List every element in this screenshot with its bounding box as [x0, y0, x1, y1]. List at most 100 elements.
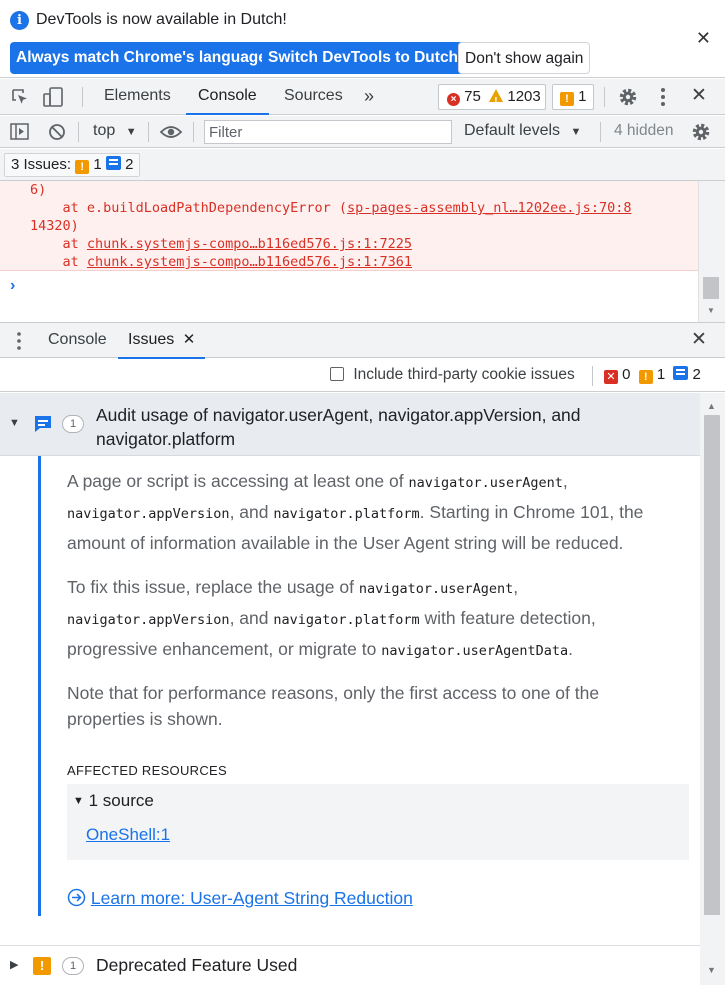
dropdown-arrow-icon: ▼	[570, 126, 582, 138]
third-party-cookie-checkbox[interactable]	[330, 367, 344, 381]
code-snippet: navigator.appVersion	[67, 612, 230, 628]
code-snippet: navigator.appVersion	[67, 506, 230, 522]
issue-info-count: 2	[692, 366, 701, 383]
drawer-menu-icon[interactable]	[15, 331, 23, 351]
description-text: , and	[229, 502, 274, 522]
toolbar-divider	[592, 366, 593, 386]
tab-console[interactable]: Console	[186, 79, 269, 115]
drawer-tab-console[interactable]: Console	[48, 323, 107, 359]
issues-info-count: 2	[125, 156, 134, 173]
third-party-cookie-label: Include third-party cookie issues	[353, 366, 575, 383]
issues-summary-button[interactable]: 3 Issues: ! 1 2	[4, 153, 141, 177]
drawer-tab-issues-label: Issues	[128, 331, 175, 348]
scroll-down-arrow-icon[interactable]: ▼	[707, 306, 715, 315]
inspect-element-icon[interactable]	[10, 87, 30, 107]
more-tabs-button[interactable]: »	[364, 79, 374, 115]
warning-icon	[489, 89, 504, 114]
console-toolbar: top ▼ Default levels ▼ 4 hidden	[0, 116, 725, 148]
external-link-arrow-icon	[67, 888, 86, 907]
main-tab-bar: Elements Console Sources » × 75 1203 ! 1…	[0, 79, 725, 115]
description-text: amount of information available in the U…	[67, 533, 624, 553]
issue-header-user-agent[interactable]: ▼ 1 Audit usage of navigator.userAgent, …	[0, 393, 700, 456]
issue-occurrence-count: 1	[62, 415, 84, 433]
collapse-arrow-icon[interactable]: ▼	[9, 417, 20, 429]
infobar-close-icon[interactable]: ✕	[696, 28, 711, 49]
settings-gear-icon[interactable]	[617, 86, 639, 108]
issue-info-icon	[105, 156, 121, 170]
dropdown-arrow-icon: ▼	[125, 126, 137, 138]
issue-title-line: Audit usage of navigator.userAgent, navi…	[96, 405, 581, 425]
stack-source-link[interactable]: sp-pages-assembly_nl…1202ee.js:70:8	[347, 200, 631, 216]
switch-to-dutch-button[interactable]: Switch DevTools to Dutch	[262, 42, 465, 74]
scroll-up-arrow-icon[interactable]: ▲	[707, 401, 716, 411]
source-link-oneshell[interactable]: OneShell:1	[86, 825, 170, 845]
stack-text: at	[30, 236, 87, 252]
dont-show-again-button[interactable]: Don't show again	[458, 42, 591, 74]
console-scrollbar[interactable]: ▼	[698, 181, 725, 322]
console-counters[interactable]: × 75 1203	[438, 84, 546, 114]
description-text: properties is shown.	[67, 709, 223, 729]
close-tab-icon[interactable]: ✕	[183, 331, 196, 348]
issues-count: 1	[578, 88, 587, 105]
hidden-messages-count: 4 hidden	[614, 122, 674, 139]
expand-arrow-icon[interactable]: ▶	[10, 958, 18, 971]
console-settings-gear-icon[interactable]	[690, 121, 712, 143]
issues-scroll-thumb[interactable]	[704, 415, 720, 915]
live-expression-eye-icon[interactable]	[159, 124, 183, 140]
toolbar-divider	[193, 122, 194, 142]
issue-header-deprecated-feature[interactable]: ▶ ! 1 Deprecated Feature Used	[0, 945, 700, 985]
issue-error-icon: ✕	[604, 370, 618, 384]
sidebar-toggle-icon[interactable]	[9, 122, 31, 142]
drawer-tab-issues[interactable]: Issues ✕	[118, 323, 206, 359]
info-icon: i	[10, 11, 29, 30]
close-devtools-icon[interactable]: ✕	[691, 84, 707, 107]
code-snippet: navigator.userAgent	[358, 581, 514, 597]
language-infobar: i DevTools is now available in Dutch! ✕ …	[0, 0, 725, 78]
issue-warning-icon: !	[75, 160, 90, 174]
stack-source-link[interactable]: chunk.systemjs-compo…b116ed576.js:1:7225	[87, 236, 412, 252]
filter-input[interactable]	[204, 120, 452, 144]
tab-elements[interactable]: Elements	[104, 79, 171, 115]
issues-scrollbar[interactable]: ▲ ▼	[700, 393, 725, 985]
context-selector[interactable]: top ▼	[93, 122, 137, 140]
learn-more-link[interactable]: Learn more: User-Agent String Reduction	[67, 888, 413, 909]
close-drawer-icon[interactable]: ✕	[691, 328, 707, 351]
toolbar-divider	[148, 122, 149, 142]
code-snippet: navigator.userAgentData	[381, 643, 569, 659]
clear-console-icon[interactable]	[47, 122, 67, 142]
description-text: Note that for performance reasons, only …	[67, 683, 600, 703]
learn-more-link-text[interactable]: Learn more: User-Agent String Reduction	[91, 888, 413, 908]
log-levels-dropdown[interactable]: Default levels ▼	[464, 122, 581, 140]
issue-details: A page or script is accessing at least o…	[38, 456, 700, 916]
issues-warning-count: 1	[93, 156, 102, 173]
description-text: , and	[229, 608, 274, 628]
context-value: top	[93, 122, 116, 139]
console-prompt[interactable]: ›	[10, 277, 15, 295]
source-toggle-label: 1 source	[88, 791, 154, 810]
issue-title: Deprecated Feature Used	[96, 955, 298, 975]
issue-type-counts: ✕ 0 ! 1 2	[604, 366, 701, 384]
scroll-down-arrow-icon[interactable]: ▼	[707, 965, 716, 975]
issues-summary-bar: 3 Issues: ! 1 2	[0, 149, 725, 181]
issues-counter[interactable]: ! 1	[552, 84, 594, 110]
issue-warning-icon: !	[33, 957, 51, 975]
kebab-menu-icon[interactable]	[657, 87, 669, 107]
stack-text: at e.buildLoadPathDependencyError (	[30, 200, 347, 216]
source-toggle[interactable]: ▼ 1 source	[73, 791, 154, 811]
issue-warning-icon: !	[560, 92, 574, 106]
console-scroll-thumb[interactable]	[703, 277, 719, 299]
infobar-message: DevTools is now available in Dutch!	[36, 11, 287, 28]
tab-sources[interactable]: Sources	[284, 79, 343, 115]
issue-warning-icon: !	[638, 370, 653, 384]
code-snippet: navigator.platform	[273, 612, 420, 628]
device-toolbar-icon[interactable]	[42, 86, 66, 108]
stack-source-link[interactable]: chunk.systemjs-compo…b116ed576.js:1:7361	[87, 254, 412, 270]
description-text: ,	[513, 577, 519, 597]
console-output: 6) at e.buildLoadPathDependencyError (sp…	[0, 181, 698, 322]
issues-toolbar: Include third-party cookie issues ✕ 0 ! …	[0, 359, 725, 392]
issue-note-paragraph: Note that for performance reasons, only …	[67, 680, 697, 732]
third-party-cookie-checkbox-row[interactable]: Include third-party cookie issues	[330, 366, 575, 384]
always-match-language-button[interactable]: Always match Chrome's language	[10, 42, 273, 74]
error-icon: ×	[447, 93, 460, 106]
stack-line: at chunk.systemjs-compo…b116ed576.js:1:7…	[30, 253, 698, 271]
